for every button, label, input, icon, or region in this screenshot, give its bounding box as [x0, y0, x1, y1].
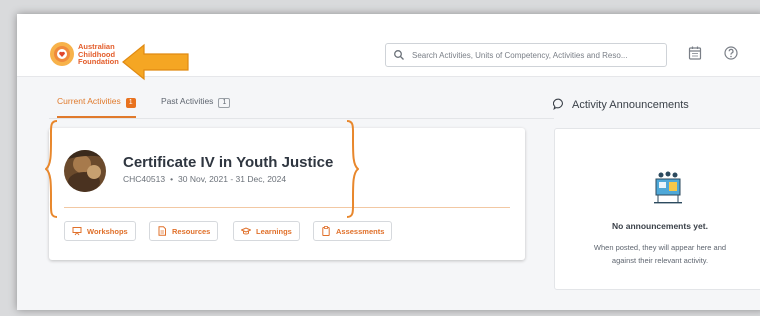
empty-state-title: No announcements yet. — [612, 221, 708, 231]
card-divider — [64, 207, 510, 208]
empty-state-message: When posted, they will appear here and a… — [555, 241, 760, 267]
tab-current-activities[interactable]: Current Activities 1 — [57, 96, 136, 118]
course-card: Certificate IV in Youth Justice CHC40513… — [49, 128, 525, 260]
announcements-panel: No announcements yet. When posted, they … — [554, 128, 760, 290]
button-label: Assessments — [336, 226, 385, 236]
document-icon — [158, 226, 166, 236]
chat-bubble-icon — [553, 98, 563, 110]
count-badge: 1 — [218, 98, 231, 108]
tab-label: Past Activities — [161, 96, 214, 106]
annotation-arrow-icon — [122, 43, 189, 81]
workshop-icon — [72, 227, 82, 236]
graduation-cap-icon — [241, 227, 251, 235]
course-title[interactable]: Certificate IV in Youth Justice — [123, 154, 333, 171]
announcement-board-icon — [654, 171, 682, 204]
assessments-button[interactable]: Assessments — [313, 221, 393, 241]
annotation-right-brace-icon — [346, 120, 359, 218]
meta-separator: • — [170, 174, 174, 184]
button-label: Workshops — [87, 226, 128, 236]
resources-button[interactable]: Resources — [149, 221, 219, 241]
tab-past-activities[interactable]: Past Activities 1 — [161, 96, 231, 118]
announcements-title: Activity Announcements — [572, 99, 689, 111]
clipboard-icon — [322, 226, 330, 236]
empty-state-line: against their relevant activity. — [611, 256, 709, 265]
logo-wordmark: Australian Childhood Foundation — [78, 43, 119, 66]
top-header: Australian Childhood Foundation — [17, 14, 760, 81]
app-window: Australian Childhood Foundation Cur — [17, 14, 760, 310]
learnings-button[interactable]: Learnings — [233, 221, 300, 241]
course-code: CHC40513 — [123, 174, 166, 184]
button-label: Learnings — [256, 226, 292, 236]
search-icon — [394, 50, 404, 60]
empty-state-line: When posted, they will appear here and — [593, 243, 727, 252]
calendar-icon[interactable] — [687, 45, 703, 61]
activity-tabs: Current Activities 1 Past Activities 1 — [49, 90, 554, 119]
tab-label: Current Activities — [57, 96, 121, 106]
course-avatar — [64, 150, 106, 192]
annotation-left-brace-icon — [45, 120, 58, 218]
button-label: Resources — [172, 226, 211, 236]
logo-line: Foundation — [78, 57, 119, 66]
help-icon[interactable] — [723, 45, 739, 61]
search-input[interactable] — [410, 46, 662, 64]
search-box[interactable] — [385, 43, 667, 67]
workshops-button[interactable]: Workshops — [64, 221, 136, 241]
course-dates: 30 Nov, 2021 - 31 Dec, 2024 — [178, 174, 287, 184]
course-meta: CHC40513 • 30 Nov, 2021 - 31 Dec, 2024 — [123, 174, 286, 184]
count-badge: 1 — [125, 98, 136, 108]
